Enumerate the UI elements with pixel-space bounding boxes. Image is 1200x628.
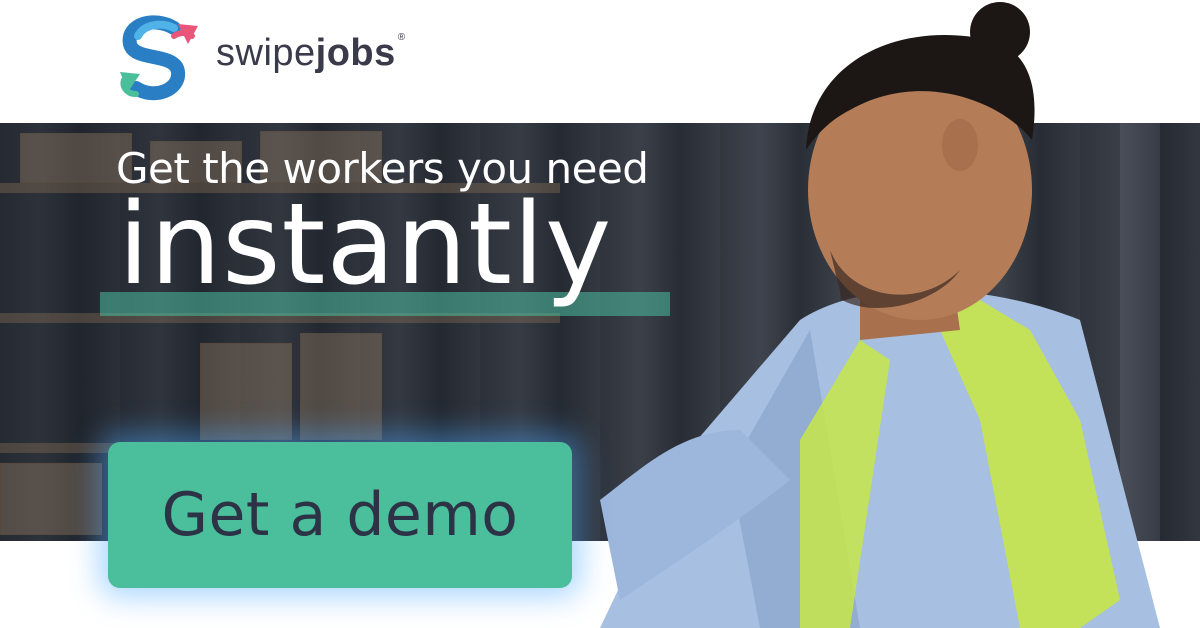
get-a-demo-label: Get a demo [161,480,519,550]
headline-line-2: instantly [118,180,613,310]
ad-banner: swipejobs ® Get the workers you need inst… [0,0,1200,628]
registered-mark: ® [397,32,406,43]
swipejobs-logo-icon [120,15,198,101]
brand-name: swipejobs ® [216,32,406,75]
brand-name-light: swipe [216,32,316,74]
brand-name-bold: jobs [315,32,396,74]
get-a-demo-button[interactable]: Get a demo [108,442,572,588]
